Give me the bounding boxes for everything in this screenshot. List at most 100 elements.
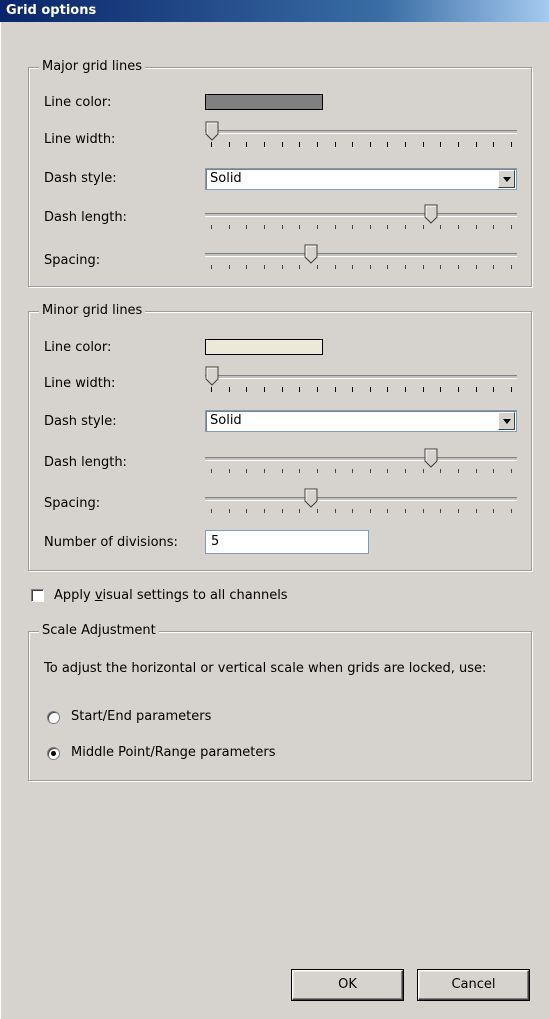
- cancel-button[interactable]: Cancel: [418, 970, 529, 1000]
- slider-tick: [387, 265, 388, 269]
- slider-tick: [282, 142, 283, 147]
- slider-tick: [246, 225, 247, 229]
- slider-tick: [423, 225, 424, 229]
- slider-tick: [476, 225, 477, 229]
- ok-button[interactable]: OK: [292, 970, 403, 1000]
- slider-tick: [458, 509, 459, 513]
- minor-spacing-slider[interactable]: [205, 488, 517, 522]
- slider-tick: [423, 469, 424, 473]
- major-dash-length-slider[interactable]: [205, 204, 517, 238]
- slider-ticks: [211, 265, 512, 271]
- slider-tick: [440, 225, 441, 229]
- slider-tick: [299, 387, 300, 392]
- slider-tick: [511, 469, 512, 473]
- slider-tick: [246, 509, 247, 513]
- slider-tick: [335, 142, 336, 147]
- slider-tick: [493, 469, 494, 473]
- slider-tick: [335, 265, 336, 269]
- slider-track[interactable]: [205, 497, 517, 501]
- radio-middle-range-label[interactable]: Middle Point/Range parameters: [71, 745, 275, 761]
- slider-ticks: [211, 225, 512, 231]
- minor-dash-length-slider[interactable]: [205, 448, 517, 482]
- slider-tick: [423, 387, 424, 392]
- divisions-value: 5: [211, 534, 220, 549]
- slider-tick: [493, 142, 494, 147]
- apply-all-label[interactable]: Apply visual settings to all channels: [54, 588, 288, 604]
- slider-tick: [440, 387, 441, 392]
- radio-start-end-label[interactable]: Start/End parameters: [71, 709, 211, 725]
- slider-track[interactable]: [205, 130, 517, 134]
- slider-thumb-icon[interactable]: [205, 121, 219, 141]
- dialog-title-bar: Grid options: [0, 0, 549, 22]
- slider-tick: [299, 509, 300, 513]
- slider-tick: [335, 225, 336, 229]
- slider-tick: [299, 225, 300, 229]
- slider-tick: [440, 142, 441, 147]
- apply-all-checkbox[interactable]: [31, 589, 44, 602]
- slider-tick: [229, 265, 230, 269]
- chevron-down-icon[interactable]: [498, 170, 515, 188]
- slider-tick: [476, 469, 477, 473]
- slider-tick: [387, 469, 388, 473]
- slider-tick: [264, 509, 265, 513]
- slider-tick: [405, 387, 406, 392]
- major-line-width-label: Line width:: [44, 132, 116, 147]
- dialog-title: Grid options: [6, 3, 97, 18]
- slider-track[interactable]: [205, 253, 517, 257]
- slider-tick: [246, 469, 247, 473]
- radio-start-end[interactable]: [47, 711, 60, 724]
- slider-tick: [282, 469, 283, 473]
- slider-track[interactable]: [205, 213, 517, 217]
- slider-thumb-icon[interactable]: [424, 448, 438, 468]
- slider-tick: [352, 142, 353, 147]
- minor-line-color-label: Line color:: [44, 340, 112, 355]
- slider-ticks: [211, 509, 512, 515]
- chevron-down-icon[interactable]: [498, 412, 515, 430]
- slider-tick: [370, 142, 371, 147]
- slider-thumb-icon[interactable]: [424, 204, 438, 224]
- slider-tick: [211, 142, 212, 147]
- major-line-width-slider[interactable]: [205, 121, 517, 155]
- minor-dash-style-select[interactable]: Solid: [205, 410, 517, 432]
- slider-tick: [458, 469, 459, 473]
- slider-tick: [387, 225, 388, 229]
- slider-tick: [476, 509, 477, 513]
- major-spacing-slider[interactable]: [205, 244, 517, 278]
- slider-tick: [229, 387, 230, 392]
- slider-tick: [493, 265, 494, 269]
- slider-thumb-icon[interactable]: [304, 488, 318, 508]
- slider-tick: [423, 142, 424, 147]
- slider-tick: [476, 142, 477, 147]
- major-line-color-swatch[interactable]: [205, 94, 323, 110]
- slider-tick: [317, 387, 318, 392]
- slider-tick: [511, 387, 512, 392]
- slider-tick: [211, 265, 212, 269]
- slider-thumb-icon[interactable]: [304, 244, 318, 264]
- slider-tick: [511, 265, 512, 269]
- minor-line-color-swatch[interactable]: [205, 339, 323, 355]
- slider-tick: [405, 469, 406, 473]
- slider-tick: [370, 387, 371, 392]
- major-grid-legend: Major grid lines: [39, 59, 146, 75]
- major-dash-style-select[interactable]: Solid: [205, 168, 517, 190]
- slider-tick: [352, 509, 353, 513]
- slider-tick: [246, 142, 247, 147]
- slider-tick: [211, 387, 212, 392]
- major-dash-length-label: Dash length:: [44, 210, 127, 225]
- major-dash-style-value: Solid: [210, 171, 242, 186]
- slider-tick: [264, 469, 265, 473]
- slider-thumb-icon[interactable]: [205, 366, 219, 386]
- minor-line-width-slider[interactable]: [205, 366, 517, 400]
- slider-tick: [352, 225, 353, 229]
- slider-tick: [352, 469, 353, 473]
- slider-tick: [317, 509, 318, 513]
- divisions-input[interactable]: 5: [205, 530, 369, 554]
- slider-ticks: [211, 142, 512, 148]
- minor-grid-legend: Minor grid lines: [39, 303, 146, 319]
- slider-track[interactable]: [205, 375, 517, 379]
- minor-dash-style-value: Solid: [210, 413, 242, 428]
- slider-track[interactable]: [205, 457, 517, 461]
- radio-middle-range[interactable]: [47, 747, 60, 760]
- slider-tick: [317, 469, 318, 473]
- slider-tick: [264, 387, 265, 392]
